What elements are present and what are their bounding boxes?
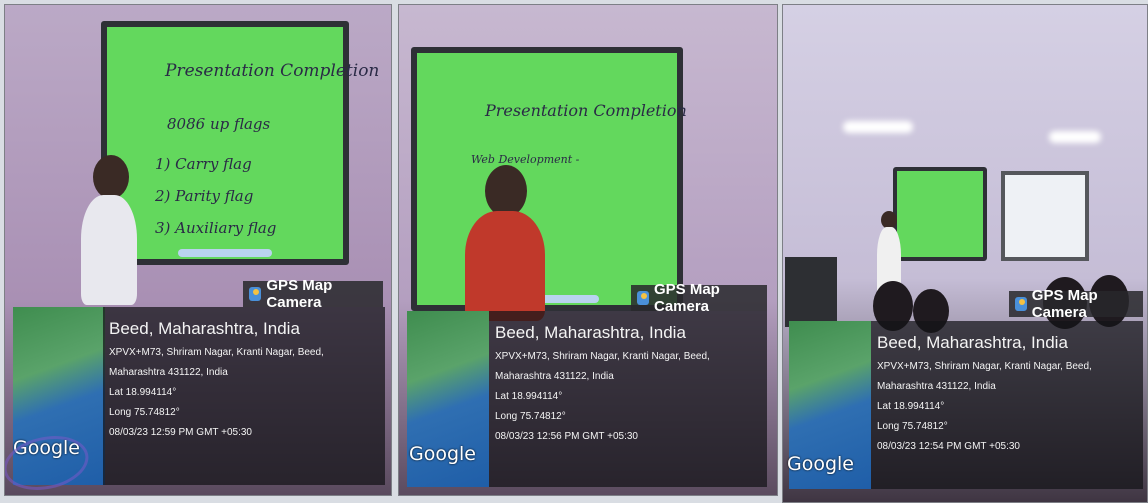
longitude: Long 75.74812° [495, 411, 566, 422]
classroom-photo-3: Google GPS Map Camera Beed, Maharashtra,… [782, 4, 1148, 503]
google-logo: Google [787, 453, 855, 475]
latitude: Lat 18.994114° [109, 387, 177, 398]
gps-tag-label: GPS Map Camera [653, 281, 720, 315]
longitude: Long 75.74812° [109, 407, 180, 418]
timestamp: 08/03/23 12:56 PM GMT +05:30 [495, 431, 638, 442]
timestamp: 08/03/23 12:54 PM GMT +05:30 [877, 441, 1020, 452]
timestamp: 08/03/23 12:59 PM GMT +05:30 [109, 427, 252, 438]
board-text: 8086 up flags [167, 115, 271, 133]
classroom-photo-1: Presentation Completion 8086 up flags 1)… [4, 4, 392, 496]
classroom-photo-2: Presentation Completion Web Development … [398, 4, 778, 496]
address-line-2: Maharashtra 431122, India [877, 381, 996, 392]
whiteboard [1001, 171, 1089, 261]
board-heading: Presentation Completion [165, 61, 380, 81]
longitude: Long 75.74812° [877, 421, 948, 432]
address-line-1: XPVX+M73, Shriram Nagar, Kranti Nagar, B… [495, 351, 710, 362]
location-info-box: Beed, Maharashtra, India XPVX+M73, Shrir… [489, 311, 767, 487]
address-line-1: XPVX+M73, Shriram Nagar, Kranti Nagar, B… [109, 347, 324, 358]
smartboard [893, 167, 987, 261]
presenter [465, 165, 575, 321]
presenter [77, 155, 147, 305]
location-info-box: Beed, Maharashtra, India XPVX+M73, Shrir… [103, 307, 385, 485]
board-text: 3) Auxiliary flag [155, 219, 277, 237]
address-line-1: XPVX+M73, Shriram Nagar, Kranti Nagar, B… [877, 361, 1092, 372]
ceiling-light [843, 121, 913, 133]
location-title: Beed, Maharashtra, India [109, 319, 300, 338]
ceiling-light [1049, 131, 1101, 143]
gps-tag-label: GPS Map Camera [1031, 287, 1098, 321]
location-info-box: Beed, Maharashtra, India XPVX+M73, Shrir… [871, 321, 1143, 489]
board-toolbar [177, 249, 273, 257]
address-line-2: Maharashtra 431122, India [495, 371, 614, 382]
gps-camera-tag: GPS Map Camera [243, 277, 383, 311]
location-title: Beed, Maharashtra, India [495, 323, 686, 342]
latitude: Lat 18.994114° [877, 401, 945, 412]
gps-camera-icon [1015, 297, 1027, 311]
board-text: 2) Parity flag [155, 187, 254, 205]
gps-tag-label: GPS Map Camera [266, 277, 333, 311]
podium [785, 257, 837, 327]
gps-camera-icon [249, 287, 262, 301]
google-logo: Google [409, 443, 477, 465]
location-title: Beed, Maharashtra, India [877, 333, 1068, 352]
gps-camera-icon [637, 291, 649, 305]
latitude: Lat 18.994114° [495, 391, 563, 402]
board-text: 1) Carry flag [155, 155, 252, 173]
board-heading: Presentation Completion [485, 101, 687, 120]
gps-camera-tag: GPS Map Camera [1009, 287, 1143, 321]
address-line-2: Maharashtra 431122, India [109, 367, 228, 378]
gps-camera-tag: GPS Map Camera [631, 281, 767, 315]
